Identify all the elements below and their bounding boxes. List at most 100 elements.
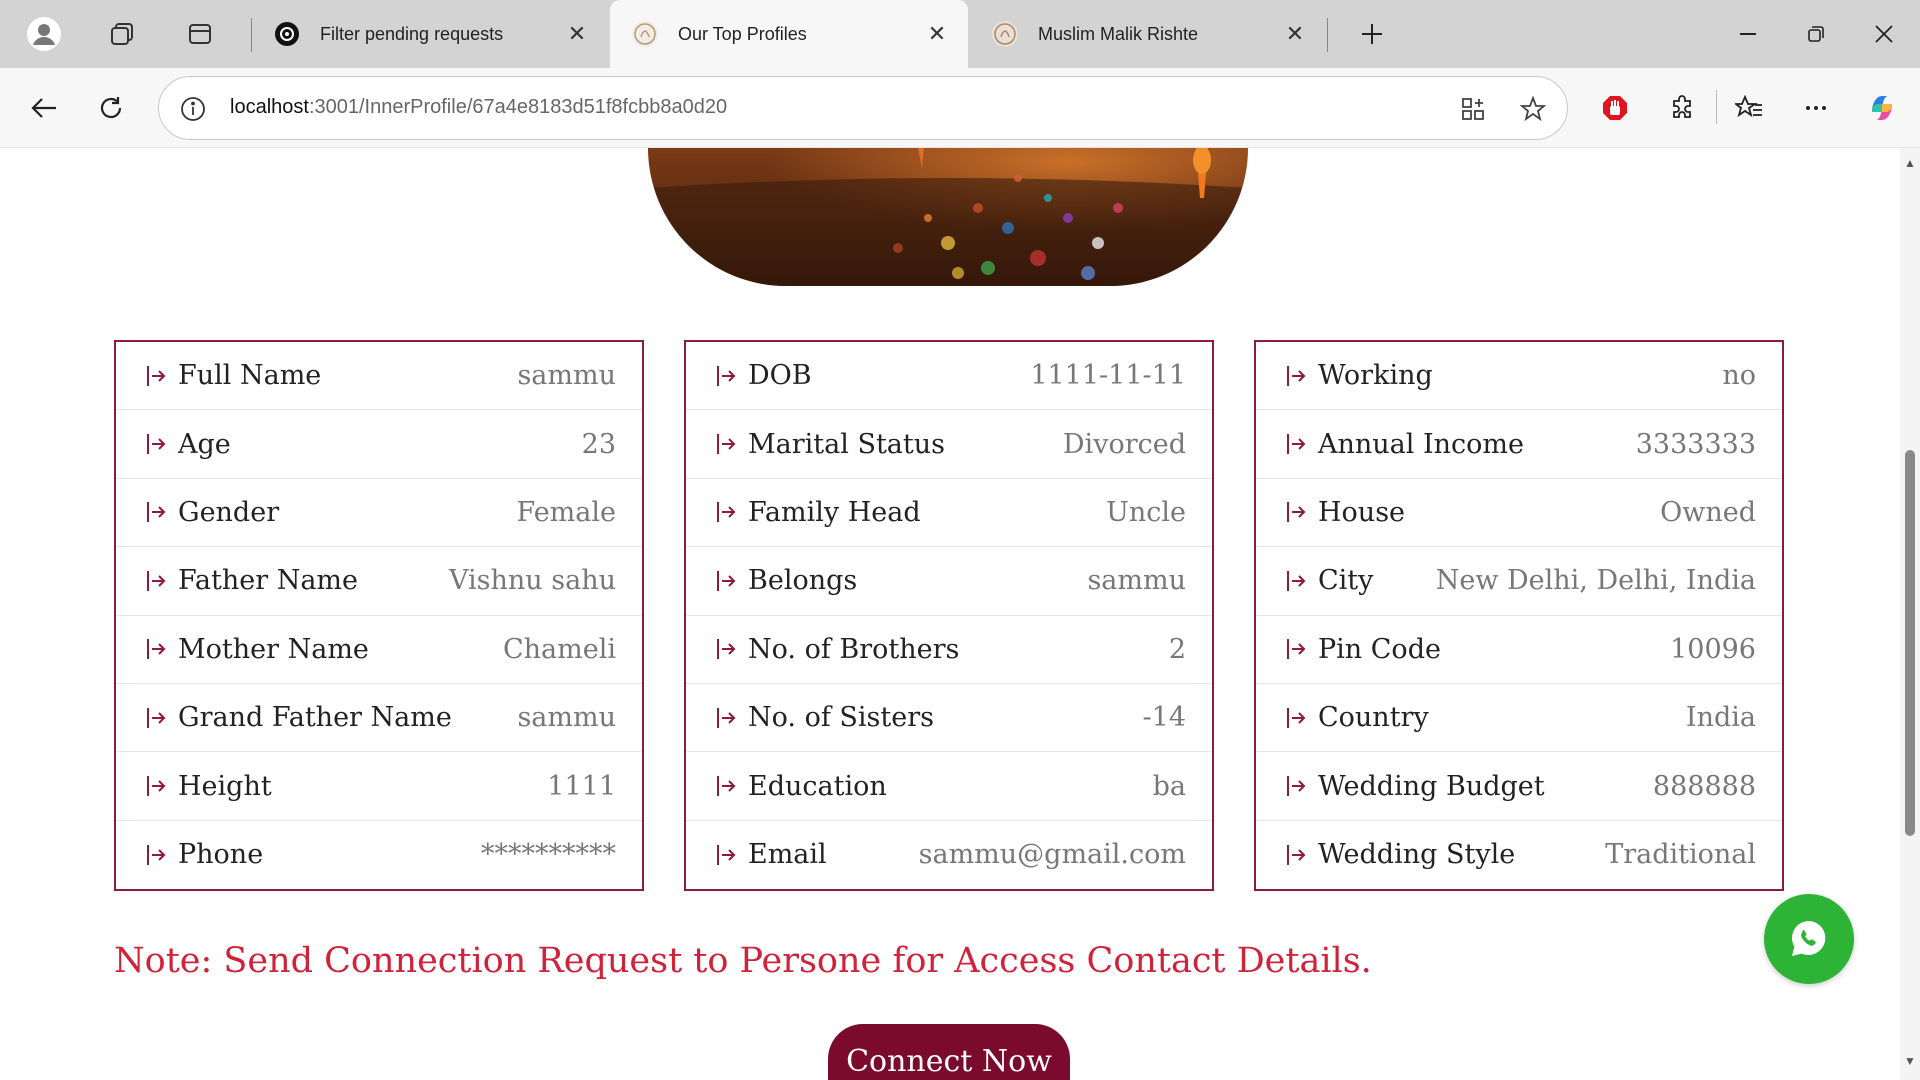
arrow-right-icon	[1286, 431, 1308, 457]
profile-icon[interactable]	[24, 14, 64, 54]
app-available-icon[interactable]	[1457, 93, 1489, 125]
arrow-right-icon	[716, 636, 738, 662]
profile-row-wedding-style: Wedding Style Traditional	[1256, 821, 1782, 889]
profile-row-brothers: No. of Brothers 2	[686, 616, 1212, 684]
arrow-right-icon	[716, 431, 738, 457]
arrow-right-icon	[1286, 705, 1308, 731]
connect-now-button[interactable]: Connect Now	[828, 1024, 1070, 1080]
field-label: City	[1318, 565, 1374, 597]
field-value: **********	[481, 839, 616, 871]
restore-icon[interactable]	[1794, 14, 1838, 54]
url-text[interactable]: localhost:3001/InnerProfile/67a4e8183d51…	[230, 96, 727, 119]
favorite-star-icon[interactable]	[1517, 93, 1549, 125]
profile-card-personal: Full Name sammu Age 23 Gender Female Fat…	[114, 340, 644, 891]
profile-row-mother-name: Mother Name Chameli	[116, 616, 642, 684]
field-value: sammu@gmail.com	[918, 839, 1186, 871]
field-label: No. of Sisters	[748, 702, 934, 734]
field-value: 1111-11-11	[1030, 360, 1186, 392]
tab-filter-pending-requests[interactable]: Filter pending requests ✕	[252, 0, 608, 68]
openai-icon	[274, 21, 300, 47]
profile-row-annual-income: Annual Income 3333333	[1256, 410, 1782, 479]
page-scrollbar[interactable]: ▲ ▼	[1900, 148, 1920, 1080]
new-tab-icon[interactable]	[1352, 14, 1392, 54]
arrow-right-icon	[716, 705, 738, 731]
tab-label: Muslim Malik Rishte	[1038, 23, 1199, 44]
field-value: Female	[516, 496, 616, 528]
profile-row-full-name: Full Name sammu	[116, 342, 642, 411]
tab-label: Filter pending requests	[320, 23, 504, 44]
close-tab-icon[interactable]: ✕	[562, 19, 592, 49]
profile-row-age: Age 23	[116, 410, 642, 479]
profile-row-pin-code: Pin Code 10096	[1256, 616, 1782, 684]
tab-our-top-profiles[interactable]: Our Top Profiles ✕	[610, 0, 968, 68]
field-value: India	[1685, 702, 1756, 734]
scroll-down-icon[interactable]: ▼	[1903, 1054, 1917, 1068]
arrow-right-icon	[1286, 636, 1308, 662]
minimize-icon[interactable]	[1726, 14, 1770, 54]
field-label: Email	[748, 839, 827, 871]
field-label: Education	[748, 770, 887, 802]
arrow-right-icon	[146, 705, 168, 731]
browser-toolbar: localhost:3001/InnerProfile/67a4e8183d51…	[0, 68, 1920, 148]
tab-muslim-malik-rishte[interactable]: Muslim Malik Rishte ✕	[970, 0, 1326, 68]
site-logo-icon	[992, 21, 1018, 47]
arrow-right-icon	[146, 842, 168, 868]
url-host: localhost	[230, 96, 309, 118]
scroll-up-icon[interactable]: ▲	[1903, 156, 1917, 170]
arrow-right-icon	[146, 568, 168, 594]
profile-row-house: House Owned	[1256, 479, 1782, 548]
profile-row-wedding-budget: Wedding Budget 888888	[1256, 752, 1782, 821]
reload-icon[interactable]	[91, 88, 131, 128]
field-value: 1111	[547, 770, 616, 802]
whatsapp-icon	[1792, 921, 1826, 956]
arrow-right-icon	[716, 499, 738, 525]
field-value: ba	[1152, 770, 1186, 802]
field-label: Wedding Budget	[1318, 770, 1545, 802]
favorites-icon[interactable]	[1729, 88, 1769, 128]
profile-row-country: Country India	[1256, 684, 1782, 753]
tab-label: Our Top Profiles	[678, 23, 807, 44]
arrow-right-icon	[1286, 363, 1308, 389]
field-label: Annual Income	[1318, 428, 1524, 460]
field-value: Chameli	[503, 633, 616, 665]
close-tab-icon[interactable]: ✕	[922, 19, 952, 49]
extensions-icon[interactable]	[1662, 88, 1702, 128]
adblock-icon[interactable]	[1595, 88, 1635, 128]
arrow-right-icon	[146, 363, 168, 389]
field-value: no	[1722, 360, 1756, 392]
field-label: Pin Code	[1318, 633, 1441, 665]
profile-row-education: Education ba	[686, 752, 1212, 821]
field-value: New Delhi, Delhi, India	[1435, 565, 1756, 597]
workspaces-icon[interactable]	[102, 14, 142, 54]
field-label: Grand Father Name	[178, 702, 452, 734]
arrow-right-icon	[716, 842, 738, 868]
field-label: Father Name	[178, 565, 359, 597]
field-value: sammu	[517, 360, 616, 392]
profile-row-sisters: No. of Sisters -14	[686, 684, 1212, 753]
back-icon[interactable]	[24, 88, 64, 128]
site-info-icon[interactable]	[179, 95, 207, 123]
profile-card-work-location: Working no Annual Income 3333333 House O…	[1254, 340, 1784, 891]
address-bar[interactable]: localhost:3001/InnerProfile/67a4e8183d51…	[158, 76, 1568, 140]
close-window-icon[interactable]	[1862, 14, 1906, 54]
field-value: 2	[1168, 633, 1186, 665]
close-tab-icon[interactable]: ✕	[1280, 19, 1310, 49]
field-label: Mother Name	[178, 633, 369, 665]
arrow-right-icon	[1286, 499, 1308, 525]
field-value: 10096	[1670, 633, 1756, 665]
profile-row-family-head: Family Head Uncle	[686, 479, 1212, 548]
copilot-icon[interactable]	[1862, 88, 1902, 128]
profile-row-dob: DOB 1111-11-11	[686, 342, 1212, 411]
scrollbar-thumb[interactable]	[1905, 450, 1915, 836]
arrow-right-icon	[716, 568, 738, 594]
tab-separator	[1327, 18, 1328, 52]
arrow-right-icon	[1286, 773, 1308, 799]
whatsapp-chat-button[interactable]	[1764, 894, 1854, 984]
field-label: Country	[1318, 702, 1429, 734]
arrow-right-icon	[716, 773, 738, 799]
field-label: Height	[178, 770, 272, 802]
field-value: 3333333	[1635, 428, 1756, 460]
profile-row-phone: Phone **********	[116, 821, 642, 889]
more-options-icon[interactable]	[1796, 88, 1836, 128]
tab-actions-icon[interactable]	[180, 14, 220, 54]
